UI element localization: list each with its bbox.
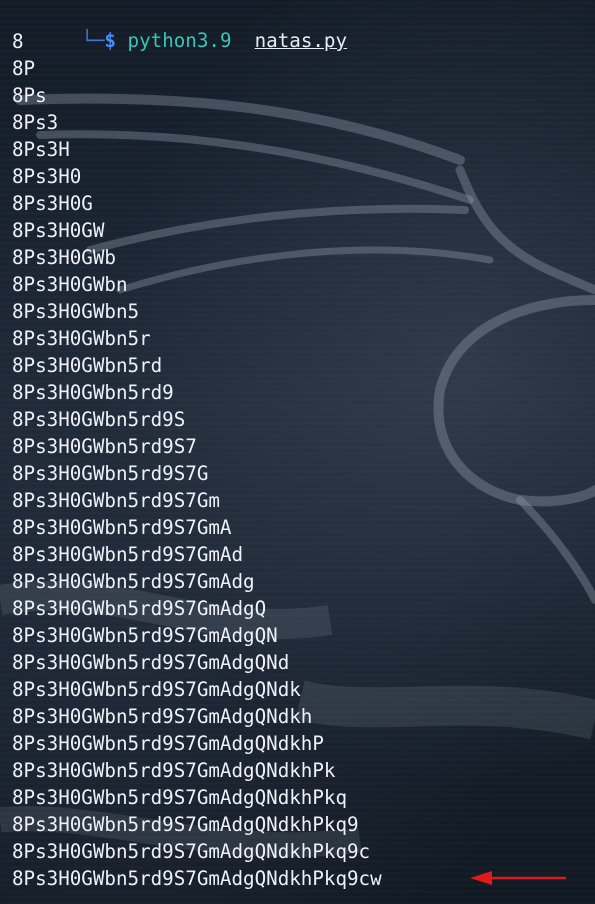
output-line: 8Ps3H0GWbn5r bbox=[12, 327, 151, 350]
output-line: 8Ps3H0GWbn5rd9S7GmAdgQNdkhPkq9cw bbox=[12, 867, 382, 890]
output-line: 8P bbox=[12, 57, 36, 80]
terminal-content: └─$ python3.9 natas.py 8 8P 8Ps 8Ps3 8Ps3H 8P… bbox=[0, 0, 595, 904]
output-line: 8Ps3H0 bbox=[12, 165, 82, 188]
red-arrow-icon bbox=[470, 871, 566, 885]
output-line: 8Ps3 bbox=[12, 111, 59, 134]
output-line: 8Ps3H0GWbn5rd bbox=[12, 354, 163, 377]
output-line: 8Ps3H0GWbn5rd9S7GmAdgQNdkhPkq9 bbox=[12, 813, 359, 836]
output-line: 8Ps3H0GWbn5rd9S7GmAdgQNdk bbox=[12, 678, 301, 701]
output-line: 8Ps3H0GWbn5rd9S bbox=[12, 408, 186, 431]
output-line: 8Ps3H0GWbn5rd9S7GmAdgQNdkhPkq bbox=[12, 786, 348, 809]
output-line: 8Ps3H0GWbn5rd9S7GmAd bbox=[12, 543, 244, 566]
output-line: 8Ps3H0GWbn5rd9S7GmAdgQN bbox=[12, 624, 278, 647]
output-lines: 8 8P 8Ps 8Ps3 8Ps3H 8Ps3H0 8Ps3H0G 8Ps3H0GW 8Ps3… bbox=[12, 28, 382, 892]
terminal-window[interactable]: └─$ python3.9 natas.py 8 8P 8Ps 8Ps3 8Ps3H 8P… bbox=[0, 0, 595, 904]
output-line: 8Ps3H bbox=[12, 138, 70, 161]
output-line: 8Ps3H0GWbn5rd9S7GmA bbox=[12, 516, 232, 539]
output-line: 8Ps3H0GWbn5rd9S7GmAdgQNdkhPkq9c bbox=[12, 840, 371, 863]
output-line: 8Ps3H0GWbn5rd9S7GmAdgQNd bbox=[12, 651, 290, 674]
output-line: 8Ps3H0GWbn5rd9S7Gm bbox=[12, 489, 220, 512]
output-line: 8Ps bbox=[12, 84, 47, 107]
output-line: 8 bbox=[12, 30, 24, 53]
output-line: 8Ps3H0GWb bbox=[12, 246, 116, 269]
output-line: 8Ps3H0GWbn5rd9S7GmAdgQNdkhPk bbox=[12, 759, 336, 782]
command-prompt: └─$ python3.9 natas.py bbox=[0, 0, 347, 52]
output-line: 8Ps3H0GWbn5rd9S7GmAdgQNdkhP bbox=[12, 732, 324, 755]
output-line: 8Ps3H0GWbn5rd9 bbox=[12, 381, 174, 404]
output-line: 8Ps3H0G bbox=[12, 192, 93, 215]
output-line: 8Ps3H0GW bbox=[12, 219, 105, 242]
output-line: 8Ps3H0GWbn5 bbox=[12, 300, 140, 323]
output-line: 8Ps3H0GWbn5rd9S7GmAdg bbox=[12, 570, 255, 593]
output-line: 8Ps3H0GWbn5rd9S7 bbox=[12, 435, 197, 458]
output-line: 8Ps3H0GWbn5rd9S7G bbox=[12, 462, 209, 485]
output-line: 8Ps3H0GWbn bbox=[12, 273, 128, 296]
output-line: 8Ps3H0GWbn5rd9S7GmAdgQ bbox=[12, 597, 267, 620]
output-line: 8Ps3H0GWbn5rd9S7GmAdgQNdkh bbox=[12, 705, 313, 728]
